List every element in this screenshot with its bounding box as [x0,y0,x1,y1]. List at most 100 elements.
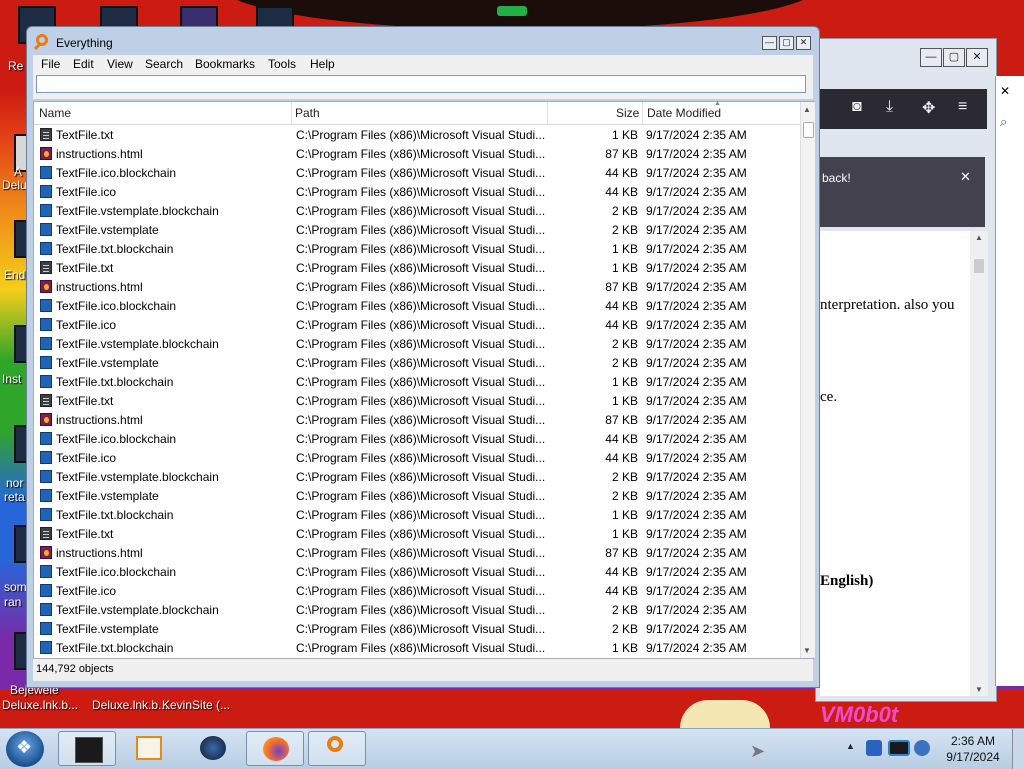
table-row[interactable]: TextFile.vstemplate.blockchain C:\Program… [34,334,800,353]
file-name: TextFile.ico.blockchain [56,565,177,579]
table-row[interactable]: TextFile.txt.blockchain C:\Program Files … [34,505,800,524]
column-size-header[interactable]: Size [616,106,639,120]
table-row[interactable]: TextFile.ico.blockchain C:\Program Files … [34,296,800,315]
minimize-button[interactable]: — [762,36,777,50]
desktop-icon-label[interactable]: Deluxe.lnk.b... [2,698,78,712]
close-icon[interactable]: ✕ [1000,84,1010,98]
close-button[interactable]: ✕ [796,36,811,50]
menu-tools[interactable]: Tools [268,57,296,71]
blockchain-file-icon [40,356,52,369]
desktop-icon-label[interactable]: Deluxe.lnk.b... [92,698,168,712]
table-row[interactable]: instructions.html C:\Program Files (x86)\… [34,277,800,296]
everything-app-icon [36,34,48,46]
firefox-close-button[interactable]: ✕ [966,48,988,67]
taskbar-app-terminal[interactable] [58,731,116,766]
file-name: TextFile.vstemplate [56,356,159,370]
table-row[interactable]: TextFile.txt C:\Program Files (x86)\Micro… [34,524,800,543]
window-titlebar[interactable]: Everything — ▢ ✕ [27,27,819,55]
search-input[interactable] [36,75,806,93]
column-divider[interactable] [642,102,643,124]
scrollbar-thumb[interactable] [803,122,814,138]
column-date-header[interactable]: Date Modified [647,106,721,120]
table-row[interactable]: TextFile.txt.blockchain C:\Program Files … [34,239,800,258]
desktop-icon-label[interactable]: Inst [2,372,21,386]
column-divider[interactable] [547,102,548,124]
tray-expand-icon[interactable]: ▲ [846,741,855,751]
column-path-header[interactable]: Path [295,106,320,120]
table-row[interactable]: TextFile.ico.blockchain C:\Program Files … [34,562,800,581]
table-row[interactable]: TextFile.txt C:\Program Files (x86)\Micro… [34,258,800,277]
tray-monitor-icon[interactable] [888,740,910,756]
table-row[interactable]: TextFile.ico C:\Program Files (x86)\Micro… [34,581,800,600]
scroll-up-icon[interactable]: ▲ [803,105,811,114]
table-row[interactable]: TextFile.vstemplate.blockchain C:\Program… [34,467,800,486]
firefox-maximize-button[interactable]: ▢ [943,48,965,67]
menu-search[interactable]: Search [145,57,183,71]
desktop-icon-label[interactable]: A [14,165,22,179]
vertical-scrollbar[interactable]: ▲ ▼ [800,102,815,658]
table-row[interactable]: TextFile.txt C:\Program Files (x86)\Micro… [34,125,800,144]
column-name-header[interactable]: Name [39,106,71,120]
desktop-icon-label[interactable]: Delu [2,178,27,192]
column-divider[interactable] [291,102,292,124]
scrollbar-thumb[interactable] [974,259,984,273]
table-row[interactable]: TextFile.txt.blockchain C:\Program Files … [34,638,800,657]
table-row[interactable]: TextFile.vstemplate C:\Program Files (x86… [34,486,800,505]
table-row[interactable]: TextFile.ico.blockchain C:\Program Files … [34,429,800,448]
table-row[interactable]: TextFile.ico C:\Program Files (x86)\Micro… [34,182,800,201]
scroll-up-icon[interactable]: ▲ [975,233,983,242]
table-row[interactable]: TextFile.txt.blockchain C:\Program Files … [34,372,800,391]
system-clock[interactable]: 2:36 AM 9/17/2024 [940,733,1006,765]
pocket-icon[interactable]: ◙ [852,98,862,116]
scroll-down-icon[interactable]: ▼ [975,685,983,694]
start-button[interactable] [6,731,44,767]
firefox-minimize-button[interactable]: — [920,48,942,67]
desktop-icon-label[interactable]: reta [4,490,25,504]
table-row[interactable]: instructions.html C:\Program Files (x86)\… [34,144,800,163]
menu-file[interactable]: File [41,57,60,71]
firefox-scrollbar[interactable]: ▲ ▼ [970,231,988,696]
scroll-down-icon[interactable]: ▼ [803,646,811,655]
table-row[interactable]: TextFile.vstemplate C:\Program Files (x86… [34,220,800,239]
menu-bookmarks[interactable]: Bookmarks [195,57,255,71]
desktop-icon-label[interactable]: nor [6,476,23,490]
show-desktop-button[interactable] [1012,729,1024,769]
tray-app-icon[interactable] [866,740,882,756]
table-row[interactable]: TextFile.vstemplate.blockchain C:\Program… [34,201,800,220]
menu-view[interactable]: View [107,57,133,71]
file-name: TextFile.txt.blockchain [56,508,174,522]
taskbar-app-firefox[interactable] [246,731,304,766]
desktop-icon-label[interactable]: som [4,580,27,594]
taskbar-app-media[interactable] [120,731,178,766]
everything-window: Everything — ▢ ✕ File Edit View Search B… [26,26,820,688]
table-row[interactable]: instructions.html C:\Program Files (x86)\… [34,410,800,429]
table-row[interactable]: TextFile.ico C:\Program Files (x86)\Micro… [34,315,800,334]
table-row[interactable]: TextFile.txt C:\Program Files (x86)\Micro… [34,391,800,410]
file-path: C:\Program Files (x86)\Microsoft Visual … [296,489,546,503]
taskbar-app-everything[interactable] [308,731,366,766]
table-row[interactable]: instructions.html C:\Program Files (x86)\… [34,543,800,562]
desktop-icon-label[interactable]: End [4,268,25,282]
table-row[interactable]: TextFile.ico C:\Program Files (x86)\Micro… [34,448,800,467]
file-path: C:\Program Files (x86)\Microsoft Visual … [296,204,546,218]
table-row[interactable]: TextFile.ico.blockchain C:\Program Files … [34,163,800,182]
hamburger-menu-icon[interactable]: ≡ [958,98,967,116]
menu-help[interactable]: Help [310,57,335,71]
menu-edit[interactable]: Edit [73,57,94,71]
desktop-icon-label[interactable]: ran [4,595,21,609]
taskbar-app-globe[interactable] [184,731,242,766]
table-row[interactable]: TextFile.vstemplate.blockchain C:\Program… [34,600,800,619]
blockchain-file-icon [40,508,52,521]
extensions-icon[interactable]: ✥ [922,98,935,118]
file-name: TextFile.ico [56,451,117,465]
desktop-icon-label[interactable]: KevinSite (... [162,698,230,712]
maximize-button[interactable]: ▢ [779,36,794,50]
notification-close-icon[interactable]: ✕ [960,169,971,185]
table-row[interactable]: TextFile.vstemplate C:\Program Files (x86… [34,353,800,372]
page-text: English) [820,573,874,589]
network-icon[interactable] [914,740,930,756]
download-icon[interactable]: ⤓ [886,98,893,116]
desktop-icon-label[interactable]: Re [8,59,23,73]
search-icon[interactable]: ⌕ [1000,114,1007,130]
table-row[interactable]: TextFile.vstemplate C:\Program Files (x86… [34,619,800,638]
